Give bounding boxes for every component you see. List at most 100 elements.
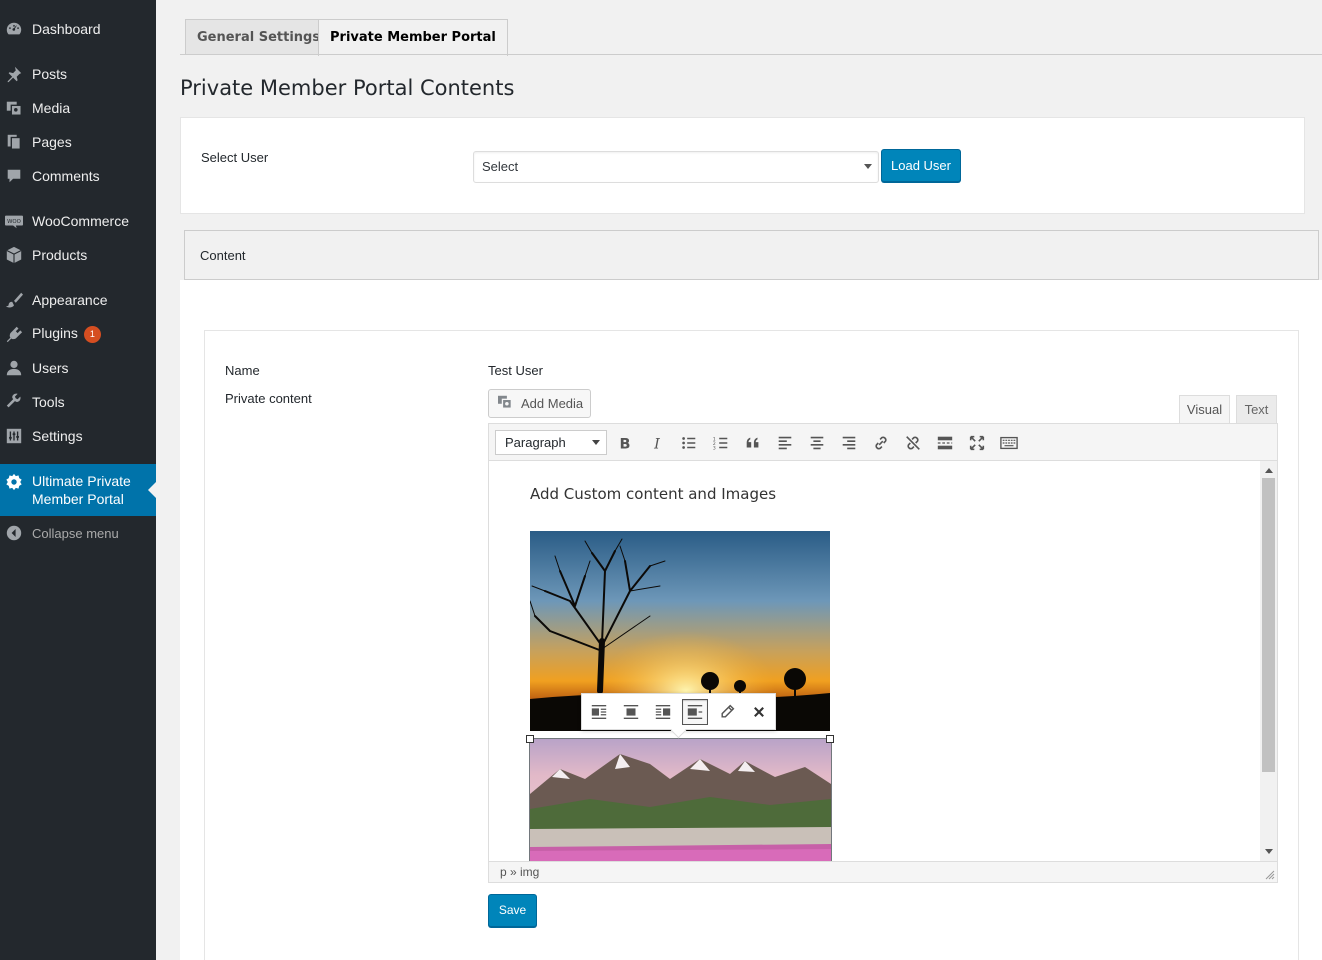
image-remove-button[interactable] [746,699,772,725]
tab-general-settings[interactable]: General Settings [185,19,333,55]
mountain-meadow-image[interactable] [529,738,832,861]
tab-private-member-portal[interactable]: Private Member Portal [318,19,508,56]
sidebar-item-media[interactable]: Media [0,91,156,125]
save-button[interactable]: Save [488,894,537,927]
tab-divider [180,54,1322,55]
sidebar-item-ultimate-private-member-portal[interactable]: Ultimate Private Member Portal [0,464,156,516]
image-align-right-button[interactable] [650,699,676,725]
sidebar-item-appearance[interactable]: Appearance [0,283,156,317]
insert-link-button[interactable] [868,431,894,455]
svg-text:I: I [653,436,660,452]
fullscreen-icon [969,435,985,451]
align-right-icon [842,436,856,450]
media-icon [4,98,24,118]
image-align-center-button[interactable] [618,699,644,725]
resize-handle[interactable] [526,735,534,743]
settings-icon [4,426,24,446]
sidebar-item-comments[interactable]: Comments [0,159,156,193]
editor-content-area[interactable]: Add Custom content and Images [488,461,1278,861]
image-no-align-button[interactable] [682,699,708,725]
chevron-down-icon [592,440,600,449]
link-icon [875,436,887,450]
gear-icon [4,472,24,492]
sidebar-item-pages[interactable]: Pages [0,125,156,159]
add-media-label: Add Media [521,396,584,411]
collapse-arrow-icon [4,523,24,543]
sidebar-item-products[interactable]: Products [0,238,156,272]
pencil-icon [721,704,735,718]
sidebar-item-label: Appearance [32,292,108,308]
chevron-down-icon [864,164,872,173]
scroll-up-icon[interactable] [1265,464,1273,473]
image-inline-toolbar [581,693,776,730]
collapse-menu-label: Collapse menu [32,525,119,541]
align-left-icon [778,436,792,450]
numbered-list-icon: 123 [713,436,728,451]
bulleted-list-icon [682,437,696,449]
read-more-icon [937,436,953,450]
sidebar-item-label: Products [32,247,88,263]
name-value: Test User [488,363,543,378]
fullscreen-button[interactable] [964,431,990,455]
tab-text[interactable]: Text [1236,395,1277,423]
format-select[interactable]: Paragraph [495,430,607,455]
sidebar-item-label: Users [32,360,69,376]
editor-paragraph[interactable]: Add Custom content and Images [530,485,776,503]
wrench-icon [4,392,24,412]
select-user-panel: Select User Select Load User [180,117,1305,214]
name-label: Name [225,363,260,378]
element-path[interactable]: p » img [500,865,539,879]
align-right-button[interactable] [836,431,862,455]
sidebar-item-label: Settings [32,428,83,444]
keyboard-icon [1000,436,1018,450]
align-left-button[interactable] [772,431,798,455]
sidebar-item-woocommerce[interactable]: WOO WooCommerce [0,204,156,238]
brush-icon [4,290,24,310]
scroll-down-icon[interactable] [1265,849,1273,858]
align-right-icon [655,704,671,720]
align-center-icon [810,436,824,450]
unlink-icon [906,436,920,450]
sidebar-item-users[interactable]: Users [0,351,156,385]
quote-icon [746,437,759,448]
editor-resize-icon[interactable] [1265,870,1275,880]
align-left-icon [591,704,607,720]
remove-link-button[interactable] [900,431,926,455]
box-icon [4,245,24,265]
read-more-button[interactable] [932,431,958,455]
sidebar-item-settings[interactable]: Settings [0,419,156,453]
resize-handle[interactable] [826,735,834,743]
add-media-button[interactable]: Add Media [488,389,591,418]
load-user-button[interactable]: Load User [881,149,961,182]
sidebar-item-label: Pages [32,134,72,150]
image-align-left-button[interactable] [586,699,612,725]
toolbar-toggle-button[interactable] [996,431,1022,455]
bulleted-list-button[interactable] [676,431,702,455]
numbered-list-button[interactable]: 123 [708,431,734,455]
blockquote-button[interactable] [740,431,766,455]
sidebar-item-plugins[interactable]: Plugins 1 [0,317,156,351]
close-icon [754,707,764,717]
sidebar-item-label: WooCommerce [32,213,129,229]
align-none-icon [687,704,703,720]
sidebar-item-dashboard[interactable]: Dashboard [0,12,156,46]
sidebar-item-tools[interactable]: Tools [0,385,156,419]
sidebar-item-label: Plugins [32,325,78,341]
content-section-header[interactable]: Content [184,230,1319,280]
user-select[interactable]: Select [473,151,879,183]
sidebar-item-label: Dashboard [32,21,101,37]
page-title: Private Member Portal Contents [180,76,515,100]
editor-scrollbar[interactable] [1260,461,1277,861]
comment-icon [4,166,24,186]
bold-button[interactable]: B [612,431,638,455]
sidebar-item-posts[interactable]: Posts [0,57,156,91]
dashboard-icon [4,19,24,39]
tab-visual[interactable]: Visual [1179,395,1230,423]
image-edit-button[interactable] [714,699,740,725]
collapse-menu-button[interactable]: Collapse menu [0,516,156,550]
content-section-label: Content [200,248,246,263]
align-center-button[interactable] [804,431,830,455]
italic-button[interactable]: I [644,431,670,455]
scroll-thumb[interactable] [1262,478,1275,772]
user-icon [4,358,24,378]
